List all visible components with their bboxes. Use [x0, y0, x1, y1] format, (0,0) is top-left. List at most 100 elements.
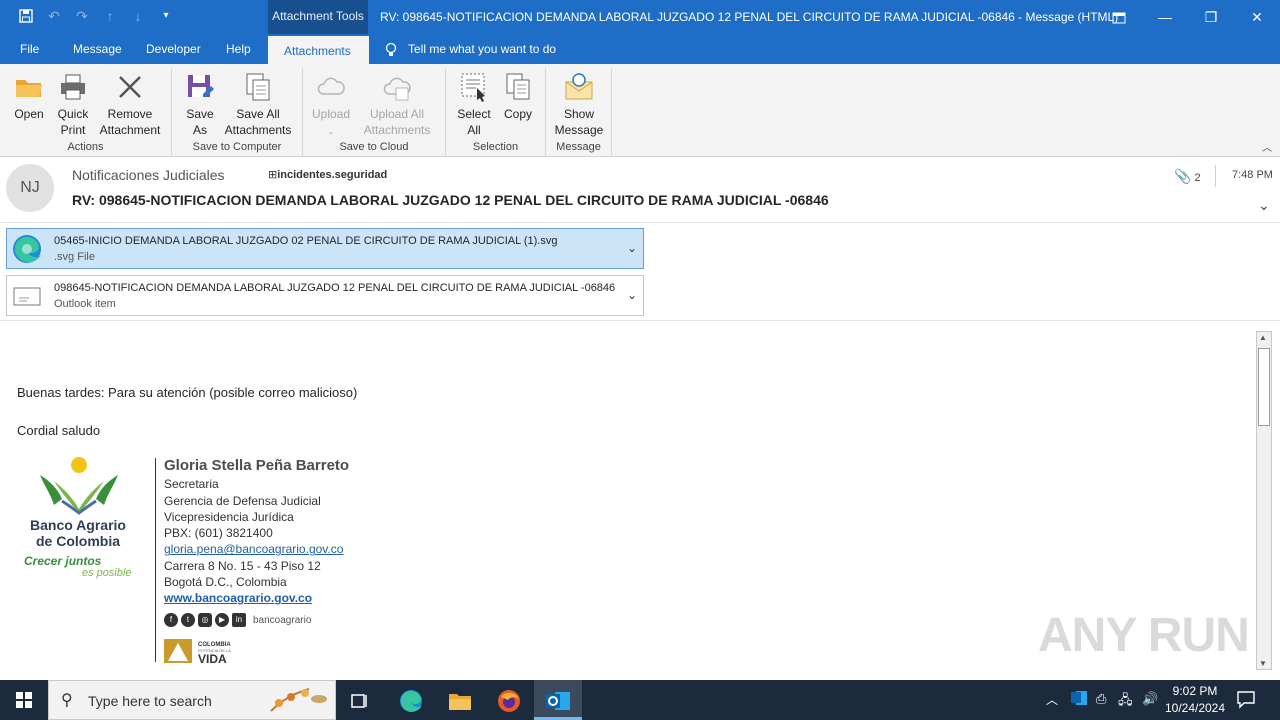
group-save-to-computer: Save As Save All Attachments Save to Com…	[172, 68, 303, 156]
edge-icon	[11, 233, 43, 265]
message-header: NJ Notificaciones Judiciales ⊞incidentes…	[0, 157, 1280, 223]
open-button[interactable]: Open	[8, 72, 50, 122]
ribbon-display-icon[interactable]	[1096, 0, 1142, 34]
group-actions: Open Quick Print Remove Attachment Actio…	[0, 68, 172, 156]
taskbar-clock[interactable]: 9:02 PM 10/24/2024	[1160, 683, 1230, 717]
signature-website-link[interactable]: www.bancoagrario.gov.co	[164, 590, 349, 606]
upload-all-attachments-button[interactable]: Upload All Attachments	[355, 72, 439, 138]
scroll-up-icon[interactable]: ▲	[1259, 333, 1267, 342]
collapse-ribbon-icon[interactable]: ︿	[1262, 139, 1272, 154]
body-scrollbar[interactable]: ▲ ▼	[1256, 331, 1272, 670]
quick-print-label-2: Print	[60, 123, 86, 137]
quick-print-button[interactable]: Quick Print	[52, 72, 94, 138]
context-tab-attachment-tools: Attachment Tools	[268, 0, 368, 34]
tray-device-icon[interactable]: ⎙	[1096, 691, 1106, 707]
recipient[interactable]: ⊞incidentes.seguridad	[268, 168, 387, 181]
copy-icon	[503, 72, 533, 102]
upload-all-label-1: Upload All	[369, 107, 425, 121]
upload-label: Upload	[311, 107, 351, 121]
restore-icon[interactable]: ❐	[1188, 0, 1234, 34]
logo-tagline-2: es posible	[82, 567, 132, 579]
recipient-name: incidentes.seguridad	[277, 169, 388, 181]
show-message-button[interactable]: Show Message	[552, 72, 606, 138]
logo-tagline-1: Crecer juntos	[24, 554, 102, 568]
volume-icon[interactable]: 🔊	[1142, 691, 1158, 707]
sender-name[interactable]: Notificaciones Judiciales	[72, 167, 225, 183]
badge-main-text: VIDA	[198, 652, 227, 665]
network-icon[interactable]: 🖧	[1118, 691, 1133, 713]
save-as-button[interactable]: Save As	[180, 72, 220, 138]
remove-attachment-button[interactable]: Remove Attachment	[96, 72, 164, 138]
tray-outlook-icon[interactable]	[1070, 689, 1088, 710]
tab-attachments[interactable]: Attachments	[268, 34, 369, 64]
tell-me-box[interactable]: Tell me what you want to do	[384, 34, 556, 64]
twitter-icon[interactable]: t	[181, 613, 195, 627]
facebook-icon[interactable]: f	[164, 613, 178, 627]
printer-icon	[58, 72, 88, 102]
expand-header-icon[interactable]: ⌄	[1258, 197, 1270, 214]
avatar: NJ	[6, 164, 54, 212]
remove-label-1: Remove	[107, 107, 153, 121]
tab-developer[interactable]: Developer	[146, 34, 201, 64]
youtube-icon[interactable]: ▶	[215, 613, 229, 627]
window-title: RV: 098645-NOTIFICACION DEMANDA LABORAL …	[380, 10, 1119, 24]
firefox-icon[interactable]	[485, 680, 533, 720]
instagram-icon[interactable]: ◎	[198, 613, 212, 627]
save-icon[interactable]	[18, 8, 34, 24]
task-view-icon[interactable]	[336, 680, 384, 720]
upload-all-label-2: Attachments	[363, 123, 431, 137]
tab-message[interactable]: Message	[73, 34, 122, 64]
close-icon[interactable]: ✕	[1234, 0, 1280, 34]
notification-icon[interactable]	[1236, 689, 1256, 712]
attachment-item-outlook[interactable]: 098645-NOTIFICACION DEMANDA LABORAL JUZG…	[6, 275, 644, 316]
title-bar: ↶ ↷ ↑ ↓ ▾ Attachment Tools RV: 098645-NO…	[0, 0, 1280, 34]
save-all-attachments-button[interactable]: Save All Attachments	[222, 72, 294, 138]
group-label-actions: Actions	[67, 141, 104, 153]
paperclip-icon: 📎	[1174, 168, 1192, 184]
save-as-label-2: As	[192, 123, 207, 137]
tab-file[interactable]: File	[20, 34, 39, 64]
upload-button[interactable]: Upload ⌄	[309, 72, 353, 140]
select-all-button[interactable]: Select All	[452, 72, 496, 138]
edge-taskbar-icon[interactable]	[387, 680, 435, 720]
colombia-vida-badge: COLOMBIA POTENCIA DE LA VIDA	[164, 637, 244, 668]
chevron-down-icon[interactable]: ⌄	[627, 288, 637, 302]
group-message: Show Message Message	[546, 68, 612, 156]
file-explorer-icon[interactable]	[436, 680, 484, 720]
signature-email-link[interactable]: gloria.pena@bancoagrario.gov.co	[164, 541, 349, 557]
signature-department: Gerencia de Defensa Judicial	[164, 493, 321, 508]
taskbar: ⚲ Type here to search ︿ ⎙ 🖧 🔊 9:02 PM 10…	[0, 680, 1280, 720]
tab-help[interactable]: Help	[226, 34, 251, 64]
group-label-save-to-cloud: Save to Cloud	[339, 141, 409, 153]
tray-expand-icon[interactable]: ︿	[1046, 691, 1058, 708]
minimize-icon[interactable]: —	[1142, 0, 1188, 34]
windows-icon	[16, 692, 32, 708]
scroll-down-icon[interactable]: ▼	[1259, 659, 1267, 668]
attachment-item-svg[interactable]: 05465-INICIO DEMANDA LABORAL JUZGADO 02 …	[6, 228, 644, 269]
group-label-save-to-computer: Save to Computer	[192, 141, 282, 153]
body-line-greeting: Buenas tardes: Para su atención (posible…	[17, 385, 358, 400]
attachment-type: Outlook item	[54, 298, 116, 310]
tell-me-label: Tell me what you want to do	[408, 42, 557, 56]
copy-button[interactable]: Copy	[498, 72, 538, 122]
group-selection: Select All Copy Selection	[446, 68, 546, 156]
header-separator	[1215, 165, 1216, 187]
up-icon[interactable]: ↑	[102, 8, 118, 24]
attachment-type: .svg File	[54, 251, 95, 263]
remove-label-2: Attachment	[99, 123, 161, 137]
signature-name: Gloria Stella Peña Barreto	[164, 457, 350, 474]
down-icon[interactable]: ↓	[130, 8, 146, 24]
taskbar-search[interactable]: ⚲ Type here to search	[48, 680, 336, 720]
linkedin-icon[interactable]: in	[232, 613, 246, 627]
group-label-selection: Selection	[472, 141, 519, 153]
undo-icon[interactable]: ↶	[46, 8, 62, 24]
chevron-down-icon[interactable]: ⌄	[627, 241, 637, 255]
start-button[interactable]	[0, 680, 48, 720]
folder-icon	[14, 72, 44, 102]
customize-icon[interactable]: ▾	[158, 8, 174, 24]
outlook-taskbar-icon[interactable]	[534, 680, 582, 720]
signature-address: Carrera 8 No. 15 - 43 Piso 12	[164, 558, 321, 573]
scroll-thumb[interactable]	[1258, 348, 1270, 426]
redo-icon[interactable]: ↷	[74, 8, 90, 24]
show-message-label-2: Message	[554, 123, 604, 137]
